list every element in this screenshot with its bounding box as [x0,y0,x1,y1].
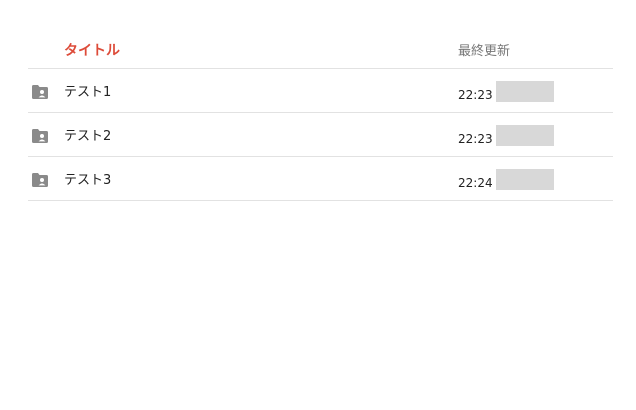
redacted-box [496,81,554,102]
shared-folder-icon [32,173,48,187]
item-modified-time: 22:24 [458,176,493,190]
list-item[interactable]: テスト3 22:24 [28,157,613,201]
item-name[interactable]: テスト2 [64,125,111,144]
item-modified-time: 22:23 [458,88,493,102]
item-name[interactable]: テスト1 [64,81,111,100]
column-header-last-modified[interactable]: 最終更新 [458,40,510,59]
redacted-box [496,125,554,146]
item-modified-time: 22:23 [458,132,493,146]
list-header: タイトル 最終更新 [28,30,613,69]
item-name[interactable]: テスト3 [64,169,111,188]
file-list: タイトル 最終更新 テスト1 22:23 テスト2 22:23 テスト3 22:… [28,30,613,201]
redacted-box [496,169,554,190]
list-item[interactable]: テスト2 22:23 [28,113,613,157]
shared-folder-icon [32,85,48,99]
list-item[interactable]: テスト1 22:23 [28,69,613,113]
column-header-title[interactable]: タイトル [64,40,120,60]
shared-folder-icon [32,129,48,143]
